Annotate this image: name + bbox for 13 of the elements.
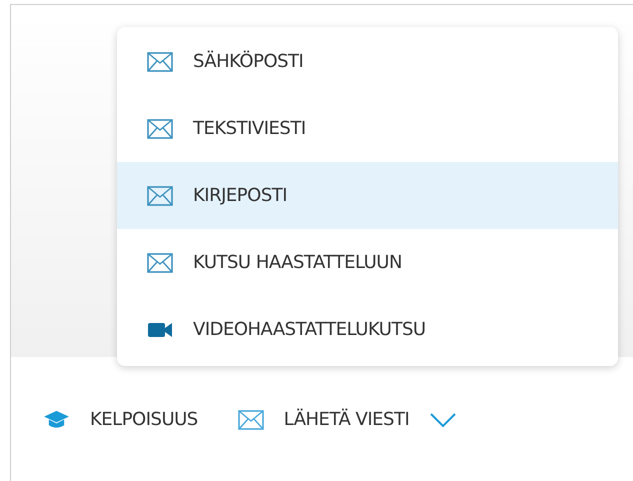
action-button[interactable]: KELPOISUUS [43, 409, 198, 430]
envelope-icon [238, 410, 264, 430]
menu-item[interactable]: KIRJEPOSTI [117, 162, 618, 229]
menu-item[interactable]: KUTSU HAASTATTELUUN [117, 229, 618, 296]
menu-item[interactable]: TEKSTIVIESTI [117, 95, 618, 162]
action-button[interactable]: LÄHETÄ VIESTI [238, 409, 458, 430]
menu-item[interactable]: VIDEOHAASTATTELUKUTSU [117, 296, 618, 363]
menu-item[interactable]: SÄHKÖPOSTI [117, 28, 618, 95]
envelope-icon [147, 118, 173, 138]
envelope-icon [147, 186, 173, 206]
envelope-icon [147, 52, 173, 72]
envelope-icon [147, 252, 173, 272]
graduation-cap-icon [43, 409, 70, 430]
